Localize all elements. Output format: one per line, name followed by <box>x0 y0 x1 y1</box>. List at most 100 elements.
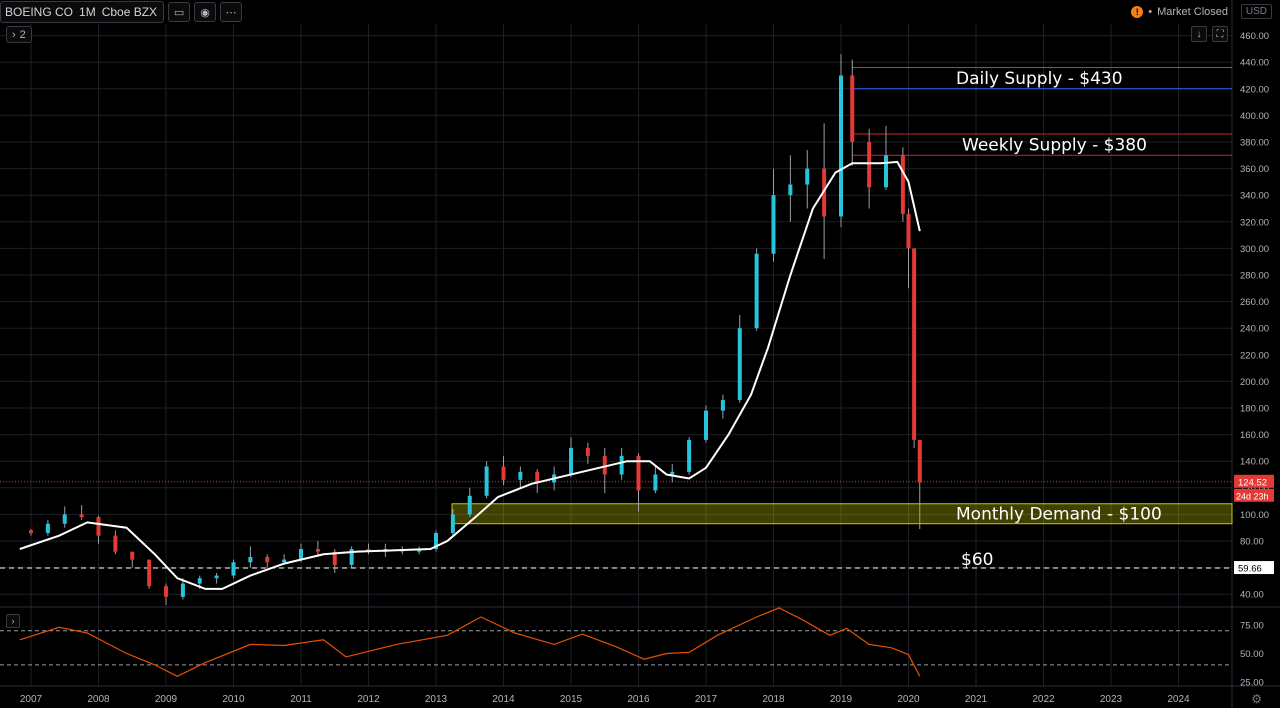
countdown-label: 24d 23h <box>1236 491 1269 501</box>
chevron-right-icon: › <box>12 28 16 41</box>
y-tick-label: 80.00 <box>1240 537 1264 548</box>
candle-body <box>315 548 320 552</box>
candle-body <box>585 447 590 456</box>
candle-body <box>917 439 922 483</box>
top-toolbar: BOEING CO 1M Cboe BZX ▭ ◉ ⋯ <box>0 0 243 24</box>
candle <box>349 546 354 568</box>
candle <box>704 405 708 443</box>
currency-badge[interactable]: USD <box>1240 4 1272 19</box>
symbol-name: BOEING CO <box>5 5 74 19</box>
last-price-label: 124.52 <box>1238 477 1267 488</box>
x-tick-label: 2023 <box>1100 694 1123 705</box>
candle-body <box>687 439 692 472</box>
candle-body <box>535 471 540 483</box>
y-tick-label: 160.00 <box>1240 430 1269 441</box>
symbol-exchange: Cboe BZX <box>101 5 158 19</box>
candle-body <box>79 514 84 518</box>
candle-body <box>653 474 658 491</box>
candle-body <box>214 575 219 579</box>
y-tick-label: 340.00 <box>1240 191 1269 202</box>
y-tick-label: 400.00 <box>1240 111 1269 122</box>
market-status-text: Market Closed <box>1157 6 1228 18</box>
candle-body <box>569 447 573 475</box>
y-tick-label: 140.00 <box>1240 457 1269 468</box>
candle-body <box>518 471 523 480</box>
chart-canvas[interactable]: 2007 2008 2009 2010 2011 2012 2013 2014 2015 2016… <box>0 0 1280 708</box>
x-tick-label: 2013 <box>425 694 448 705</box>
candle-body <box>850 75 855 142</box>
candle <box>147 559 152 589</box>
candle-body <box>839 75 843 217</box>
x-tick-label: 2010 <box>222 694 245 705</box>
candle-body <box>265 556 270 563</box>
market-status[interactable]: ! • Market Closed <box>1131 6 1228 18</box>
y-tick-label: 320.00 <box>1240 217 1269 228</box>
zone-label: Daily Supply - $430 <box>956 69 1123 89</box>
candle <box>912 248 917 448</box>
symbol-info[interactable]: BOEING CO 1M Cboe BZX <box>0 1 165 23</box>
download-icon[interactable]: ↓ <box>1191 26 1207 42</box>
candle-body <box>282 559 287 563</box>
candle-body <box>805 168 810 185</box>
y-tick-label: 100.00 <box>1240 510 1269 521</box>
x-tick-label: 2021 <box>965 694 988 705</box>
x-tick-label: 2008 <box>87 694 110 705</box>
x-tick-label: 2024 <box>1167 694 1190 705</box>
dot-icon: • <box>1148 6 1153 18</box>
candle-body <box>164 586 168 597</box>
y-tick-label: 420.00 <box>1240 84 1269 95</box>
warning-icon: ! <box>1131 6 1144 18</box>
candle-body <box>299 548 303 560</box>
zone-label: Monthly Demand - $100 <box>956 505 1162 525</box>
zone-label: Weekly Supply - $380 <box>962 136 1147 156</box>
candle-body <box>900 155 905 214</box>
gear-icon[interactable]: ⚙ <box>1251 692 1262 706</box>
candle-body <box>450 514 455 534</box>
x-tick-label: 2020 <box>897 694 920 705</box>
rsi-collapse-icon[interactable]: › <box>6 614 20 628</box>
x-tick-label: 2019 <box>830 694 853 705</box>
candle-body <box>484 466 489 496</box>
rsi-tick-label: 50.00 <box>1240 649 1264 660</box>
candle-body <box>754 253 759 329</box>
candle <box>754 248 759 331</box>
candle <box>839 54 843 228</box>
candle-body <box>619 455 624 475</box>
candle-body <box>113 535 118 552</box>
candle-body <box>501 466 506 480</box>
candle-body <box>467 495 472 515</box>
candle-body <box>29 530 33 534</box>
y-tick-label: 280.00 <box>1240 271 1269 282</box>
candle <box>687 437 692 475</box>
candle-body <box>670 471 675 475</box>
eye-icon[interactable]: ◉ <box>194 2 217 22</box>
candle-body <box>771 195 776 254</box>
candle <box>231 559 236 579</box>
legend-toggle[interactable]: › 2 <box>6 26 32 43</box>
y-tick-label: 260.00 <box>1240 297 1269 308</box>
rsi-tick-label: 25.00 <box>1240 678 1264 689</box>
y-tick-label: 40.00 <box>1240 590 1264 601</box>
candle <box>484 461 489 499</box>
y-tick-label: 460.00 <box>1240 31 1269 42</box>
y-tick-label: 240.00 <box>1240 324 1269 335</box>
candle-body <box>867 142 872 188</box>
candle-body <box>45 523 50 534</box>
y-tick-label: 440.00 <box>1240 58 1269 69</box>
more-icon[interactable]: ⋯ <box>220 2 243 22</box>
candle-body <box>96 517 101 536</box>
candle-body <box>704 410 708 440</box>
hide-icon[interactable]: ▭ <box>168 2 191 22</box>
x-tick-label: 2007 <box>20 694 43 705</box>
y-tick-label: 220.00 <box>1240 350 1269 361</box>
rsi-tick-label: 75.00 <box>1240 621 1264 632</box>
candle-body <box>788 184 793 196</box>
x-tick-label: 2022 <box>1032 694 1055 705</box>
legend-count: 2 <box>19 28 26 41</box>
y-tick-label: 380.00 <box>1240 138 1269 149</box>
y-tick-label: 360.00 <box>1240 164 1269 175</box>
candle-body <box>180 583 185 597</box>
x-tick-label: 2018 <box>762 694 785 705</box>
fullscreen-icon[interactable]: ⛶ <box>1212 26 1228 42</box>
candle-body <box>231 562 236 576</box>
